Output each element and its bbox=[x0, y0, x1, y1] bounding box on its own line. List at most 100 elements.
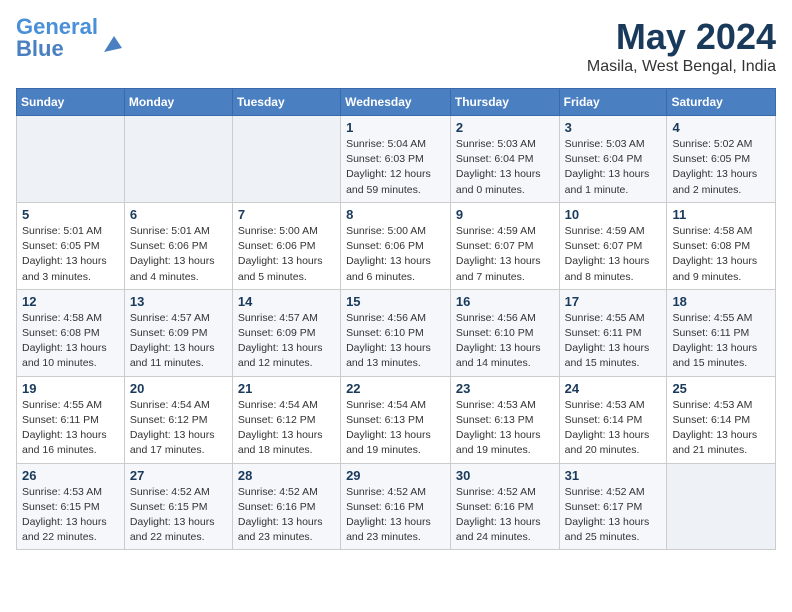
day-number: 10 bbox=[565, 207, 662, 222]
day-number: 26 bbox=[22, 468, 119, 483]
calendar-cell: 30Sunrise: 4:52 AMSunset: 6:16 PMDayligh… bbox=[450, 463, 559, 550]
calendar-cell: 21 Sunrise: 4:54 AMSunset: 6:12 PMDayligh… bbox=[232, 376, 340, 463]
day-number: 17 bbox=[565, 294, 662, 309]
calendar-week-row: 19 Sunrise: 4:55 AMSunset: 6:11 PMDayligh… bbox=[17, 376, 776, 463]
day-info: Sunrise: 5:04 AMSunset: 6:03 PMDaylight:… bbox=[346, 137, 445, 198]
day-number: 28 bbox=[238, 468, 335, 483]
calendar-table: SundayMondayTuesdayWednesdayThursdayFrid… bbox=[16, 88, 776, 550]
day-info: Sunrise: 4:56 AMSunset: 6:10 PMDaylight:… bbox=[456, 311, 554, 372]
day-info: Sunrise: 4:54 AMSunset: 6:12 PMDaylight:… bbox=[130, 398, 227, 459]
day-info: Sunrise: 5:01 AMSunset: 6:05 PMDaylight:… bbox=[22, 224, 119, 285]
calendar-week-row: 5Sunrise: 5:01 AMSunset: 6:05 PMDaylight… bbox=[17, 202, 776, 289]
calendar-header-wednesday: Wednesday bbox=[341, 89, 451, 116]
day-number: 21 bbox=[238, 381, 335, 396]
day-info: Sunrise: 4:54 AMSunset: 6:13 PMDaylight:… bbox=[346, 398, 445, 459]
calendar-week-row: 12 Sunrise: 4:58 AMSunset: 6:08 PMDayligh… bbox=[17, 289, 776, 376]
day-info: Sunrise: 4:59 AMSunset: 6:07 PMDaylight:… bbox=[456, 224, 554, 285]
calendar-cell: 9 Sunrise: 4:59 AMSunset: 6:07 PMDaylight… bbox=[450, 202, 559, 289]
calendar-cell: 3 Sunrise: 5:03 AMSunset: 6:04 PMDaylight… bbox=[559, 116, 667, 203]
day-number: 12 bbox=[22, 294, 119, 309]
day-number: 31 bbox=[565, 468, 662, 483]
day-info: Sunrise: 4:55 AMSunset: 6:11 PMDaylight:… bbox=[22, 398, 119, 459]
day-number: 18 bbox=[672, 294, 770, 309]
logo-arrow-icon bbox=[100, 34, 122, 56]
day-number: 11 bbox=[672, 207, 770, 222]
day-number: 15 bbox=[346, 294, 445, 309]
day-number: 30 bbox=[456, 468, 554, 483]
calendar-cell: 23 Sunrise: 4:53 AMSunset: 6:13 PMDayligh… bbox=[450, 376, 559, 463]
calendar-cell: 15 Sunrise: 4:56 AMSunset: 6:10 PMDayligh… bbox=[341, 289, 451, 376]
calendar-cell: 29 Sunrise: 4:52 AMSunset: 6:16 PMDayligh… bbox=[341, 463, 451, 550]
day-number: 23 bbox=[456, 381, 554, 396]
calendar-cell: 18 Sunrise: 4:55 AMSunset: 6:11 PMDayligh… bbox=[667, 289, 776, 376]
calendar-cell: 31 Sunrise: 4:52 AMSunset: 6:17 PMDayligh… bbox=[559, 463, 667, 550]
calendar-header-friday: Friday bbox=[559, 89, 667, 116]
day-number: 20 bbox=[130, 381, 227, 396]
day-number: 8 bbox=[346, 207, 445, 222]
day-info: Sunrise: 4:56 AMSunset: 6:10 PMDaylight:… bbox=[346, 311, 445, 372]
day-number: 3 bbox=[565, 120, 662, 135]
day-number: 4 bbox=[672, 120, 770, 135]
day-info: Sunrise: 4:53 AMSunset: 6:13 PMDaylight:… bbox=[456, 398, 554, 459]
calendar-header-monday: Monday bbox=[124, 89, 232, 116]
day-info: Sunrise: 5:00 AMSunset: 6:06 PMDaylight:… bbox=[346, 224, 445, 285]
calendar-cell: 25 Sunrise: 4:53 AMSunset: 6:14 PMDayligh… bbox=[667, 376, 776, 463]
calendar-header-tuesday: Tuesday bbox=[232, 89, 340, 116]
month-title: May 2024 bbox=[587, 16, 776, 58]
day-number: 6 bbox=[130, 207, 227, 222]
day-number: 2 bbox=[456, 120, 554, 135]
calendar-cell: 11 Sunrise: 4:58 AMSunset: 6:08 PMDayligh… bbox=[667, 202, 776, 289]
calendar-cell: 2 Sunrise: 5:03 AMSunset: 6:04 PMDaylight… bbox=[450, 116, 559, 203]
calendar-cell: 19 Sunrise: 4:55 AMSunset: 6:11 PMDayligh… bbox=[17, 376, 125, 463]
day-number: 9 bbox=[456, 207, 554, 222]
day-info: Sunrise: 4:52 AMSunset: 6:16 PMDaylight:… bbox=[238, 485, 335, 546]
calendar-cell: 16 Sunrise: 4:56 AMSunset: 6:10 PMDayligh… bbox=[450, 289, 559, 376]
calendar-header-sunday: Sunday bbox=[17, 89, 125, 116]
day-info: Sunrise: 4:53 AMSunset: 6:14 PMDaylight:… bbox=[565, 398, 662, 459]
location-text: Masila, West Bengal, India bbox=[587, 58, 776, 76]
day-number: 7 bbox=[238, 207, 335, 222]
day-number: 19 bbox=[22, 381, 119, 396]
day-info: Sunrise: 4:54 AMSunset: 6:12 PMDaylight:… bbox=[238, 398, 335, 459]
calendar-cell: 24 Sunrise: 4:53 AMSunset: 6:14 PMDayligh… bbox=[559, 376, 667, 463]
calendar-cell: 8 Sunrise: 5:00 AMSunset: 6:06 PMDaylight… bbox=[341, 202, 451, 289]
day-info: Sunrise: 4:58 AMSunset: 6:08 PMDaylight:… bbox=[22, 311, 119, 372]
calendar-cell: 20 Sunrise: 4:54 AMSunset: 6:12 PMDayligh… bbox=[124, 376, 232, 463]
calendar-header-thursday: Thursday bbox=[450, 89, 559, 116]
day-info: Sunrise: 5:01 AMSunset: 6:06 PMDaylight:… bbox=[130, 224, 227, 285]
calendar-cell: 22Sunrise: 4:54 AMSunset: 6:13 PMDayligh… bbox=[341, 376, 451, 463]
day-info: Sunrise: 4:55 AMSunset: 6:11 PMDaylight:… bbox=[672, 311, 770, 372]
calendar-cell: 1Sunrise: 5:04 AMSunset: 6:03 PMDaylight… bbox=[341, 116, 451, 203]
day-number: 29 bbox=[346, 468, 445, 483]
day-info: Sunrise: 4:58 AMSunset: 6:08 PMDaylight:… bbox=[672, 224, 770, 285]
calendar-cell: 26 Sunrise: 4:53 AMSunset: 6:15 PMDayligh… bbox=[17, 463, 125, 550]
day-info: Sunrise: 4:53 AMSunset: 6:14 PMDaylight:… bbox=[672, 398, 770, 459]
day-info: Sunrise: 4:55 AMSunset: 6:11 PMDaylight:… bbox=[565, 311, 662, 372]
logo: GeneralBlue bbox=[16, 16, 122, 60]
day-number: 27 bbox=[130, 468, 227, 483]
title-block: May 2024 Masila, West Bengal, India bbox=[587, 16, 776, 76]
day-info: Sunrise: 5:02 AMSunset: 6:05 PMDaylight:… bbox=[672, 137, 770, 198]
page-header: GeneralBlue May 2024 Masila, West Bengal… bbox=[16, 16, 776, 76]
calendar-cell bbox=[17, 116, 125, 203]
day-info: Sunrise: 4:52 AMSunset: 6:17 PMDaylight:… bbox=[565, 485, 662, 546]
calendar-cell: 14Sunrise: 4:57 AMSunset: 6:09 PMDayligh… bbox=[232, 289, 340, 376]
day-info: Sunrise: 5:03 AMSunset: 6:04 PMDaylight:… bbox=[456, 137, 554, 198]
day-number: 25 bbox=[672, 381, 770, 396]
calendar-cell: 6 Sunrise: 5:01 AMSunset: 6:06 PMDaylight… bbox=[124, 202, 232, 289]
calendar-cell: 7Sunrise: 5:00 AMSunset: 6:06 PMDaylight… bbox=[232, 202, 340, 289]
calendar-cell bbox=[667, 463, 776, 550]
calendar-week-row: 1Sunrise: 5:04 AMSunset: 6:03 PMDaylight… bbox=[17, 116, 776, 203]
day-info: Sunrise: 4:57 AMSunset: 6:09 PMDaylight:… bbox=[130, 311, 227, 372]
logo-text: GeneralBlue bbox=[16, 16, 98, 60]
calendar-header-row: SundayMondayTuesdayWednesdayThursdayFrid… bbox=[17, 89, 776, 116]
day-number: 24 bbox=[565, 381, 662, 396]
day-info: Sunrise: 4:53 AMSunset: 6:15 PMDaylight:… bbox=[22, 485, 119, 546]
calendar-header-saturday: Saturday bbox=[667, 89, 776, 116]
day-info: Sunrise: 4:52 AMSunset: 6:16 PMDaylight:… bbox=[346, 485, 445, 546]
day-info: Sunrise: 4:59 AMSunset: 6:07 PMDaylight:… bbox=[565, 224, 662, 285]
day-number: 16 bbox=[456, 294, 554, 309]
calendar-cell: 13 Sunrise: 4:57 AMSunset: 6:09 PMDayligh… bbox=[124, 289, 232, 376]
day-info: Sunrise: 5:03 AMSunset: 6:04 PMDaylight:… bbox=[565, 137, 662, 198]
day-number: 13 bbox=[130, 294, 227, 309]
